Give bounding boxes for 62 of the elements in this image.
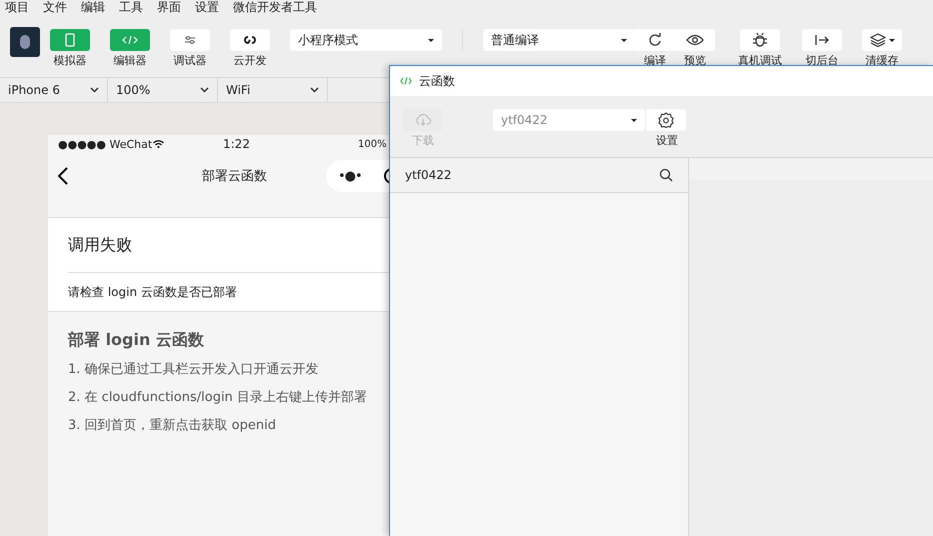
code-icon [400,77,412,85]
device-select[interactable]: 100% [108,78,218,102]
time-text: 1:22 [223,137,250,151]
avatar-icon[interactable] [10,27,40,57]
error-message: 请检查 login 云函数是否已部署 [68,284,238,301]
toolbar-button[interactable] [802,29,842,51]
chevron-icon [200,87,209,93]
mode-select[interactable]: 小程序模式 [290,29,442,51]
toolbar-button[interactable] [862,29,902,51]
chevron-icon [90,87,99,93]
menu-item[interactable]: 项目 [5,1,29,15]
phone-icon [65,33,75,47]
toolbar-label: 预览 [684,54,706,67]
menu-item[interactable]: 文件 [43,1,67,15]
toolbar-label: 调试器 [174,54,206,67]
guide-title: 部署 login 云函数 [68,330,205,351]
eye-icon [686,34,704,46]
exit-icon [814,34,830,46]
link-icon [242,34,258,46]
bug-icon [752,32,768,48]
search-field[interactable]: ytf0422 [390,158,688,193]
caret-icon [888,38,894,42]
device-select[interactable]: WiFi [218,78,328,102]
code-icon [122,35,138,45]
capsule-button[interactable]: •●• [326,160,390,192]
toolbar-label: 设置 [656,134,678,147]
toolbar-button[interactable] [230,29,270,51]
sliders-icon [184,35,196,45]
environment-select[interactable]: ytf0422 [493,109,645,131]
menu-item[interactable]: 微信开发者工具 [233,1,317,15]
refresh-icon [648,33,662,47]
layers-icon [870,33,886,47]
carrier-text: ●●●●● WeChat [58,138,152,150]
compile-select[interactable]: 普通编译 [483,29,635,51]
page-title: 部署云函数 [202,168,267,185]
toolbar-button[interactable] [675,29,715,51]
menu-item[interactable]: 设置 [195,1,219,15]
guide-step: 2. 在 cloudfunctions/login 目录上右键上传并部署 [68,384,390,412]
toolbar-label: 编译 [644,54,666,67]
settings-icon [658,112,674,128]
toolbar-label: 清缓存 [866,54,898,67]
menu-item[interactable]: 编辑 [81,1,105,15]
toolbar-label: 下载 [412,134,434,147]
toolbar-label: 真机调试 [738,54,782,67]
toolbar-label: 切后台 [806,54,838,67]
window-title: 云函数 [419,72,455,90]
menu-item[interactable]: 工具 [119,1,143,15]
search-icon [659,168,673,182]
chevron-icon [310,87,319,93]
guide-step: 1. 确保已通过工具栏云开发入口开通云开发 [68,356,390,384]
toolbar-button[interactable] [740,29,780,51]
back-icon[interactable] [58,167,68,185]
toolbar-label: 云开发 [234,54,266,67]
menu-item[interactable]: 界面 [157,1,181,15]
cloud-download-icon [414,114,432,126]
battery-text: 100% [358,138,387,150]
toolbar-label: 模拟器 [54,54,86,67]
settings-button[interactable] [646,109,686,131]
toolbar-label: 编辑器 [114,54,146,67]
device-select[interactable]: iPhone 6 [0,78,108,102]
guide-step: 3. 回到首页，重新点击获取 openid [68,412,390,440]
wifi-icon [153,140,164,148]
